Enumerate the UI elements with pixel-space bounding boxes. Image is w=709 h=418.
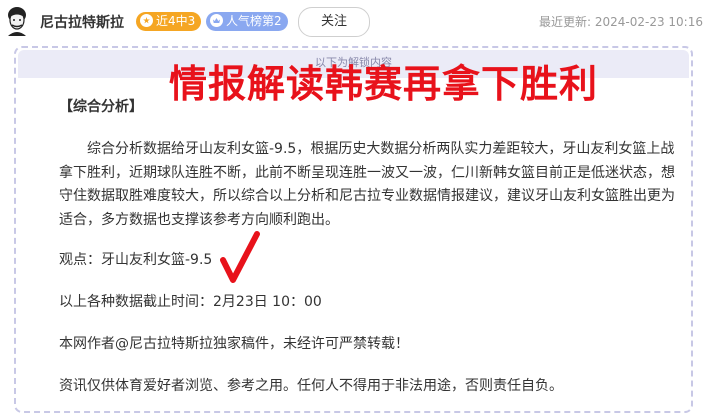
streak-badge-label: 近4中3 xyxy=(156,14,196,28)
last-updated-time: 2024-02-23 10:16 xyxy=(594,15,703,29)
disclaimer-text: 资讯仅供体育爱好者浏览、参考之用。任何人不得用于非法用途，否则责任自负。 xyxy=(59,378,563,394)
star-icon xyxy=(140,14,153,27)
popularity-badge-label: 人气榜第2 xyxy=(226,14,282,28)
last-updated-label: 最近更新: xyxy=(538,15,592,29)
deadline-text: 以上各种数据截止时间：2月23日 10：00 xyxy=(59,294,322,310)
avatar[interactable] xyxy=(4,6,30,36)
article-header: 尼古拉特斯拉 近4中3 人气榜第2 关注 最近更新: 2024-02-23 10… xyxy=(0,0,709,44)
checkmark-icon xyxy=(220,231,260,283)
follow-button[interactable]: 关注 xyxy=(298,7,370,37)
last-updated: 最近更新: 2024-02-23 10:16 xyxy=(539,13,703,30)
analysis-paragraph: 综合分析数据给牙山友利女篮-9.5，根据历史大数据分析两队实力差距较大，牙山友利… xyxy=(59,141,675,228)
crown-icon xyxy=(210,14,223,27)
author-name[interactable]: 尼古拉特斯拉 xyxy=(40,12,124,32)
overlay-headline: 情报解读韩赛再拿下胜利 xyxy=(169,62,599,106)
section-heading: 【综合分析】 xyxy=(59,99,143,115)
viewpoint-text: 观点：牙山友利女篮-9.5 xyxy=(59,252,213,268)
popularity-badge: 人气榜第2 xyxy=(206,12,288,31)
copyright-notice: 本网作者@尼古拉特斯拉独家稿件，未经许可严禁转载！ xyxy=(59,336,409,352)
streak-badge: 近4中3 xyxy=(136,12,202,31)
